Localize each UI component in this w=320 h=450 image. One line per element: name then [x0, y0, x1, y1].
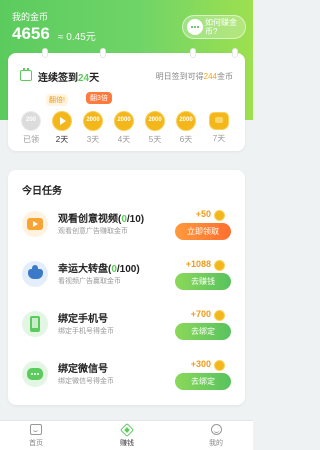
coin-icon [214, 210, 225, 221]
task-bind-phone: 绑定手机号 绑定手机号得金币 +700 去绑定 [8, 306, 245, 346]
day-label: 6天 [179, 135, 193, 144]
coin-icon: 2000 [176, 111, 196, 131]
binder-pin [100, 48, 106, 58]
tab-home-label: 首页 [29, 440, 43, 447]
binder-pin [232, 48, 238, 58]
sign-day-5[interactable]: 2000 5天 [144, 111, 166, 145]
coin-icon: 200 [21, 111, 41, 131]
tab-mine[interactable]: 我的 [196, 424, 236, 448]
tasks-title: 今日任务 [22, 186, 62, 197]
gift-bag-icon [209, 112, 229, 130]
task-lucky-wheel: 幸运大转盘(0/100) 看视频广告赢取金币 +1088 去赚钱 [8, 256, 245, 296]
calendar-icon [20, 68, 32, 81]
home-icon [30, 424, 42, 435]
day-label: 3天 [86, 135, 100, 144]
bind-phone-button[interactable]: 去绑定 [175, 323, 231, 340]
task-desc: 看视频广告赢取金币 [58, 278, 121, 285]
sign-day-6[interactable]: 2000 6天 [175, 111, 197, 145]
task-reward: +300 [190, 359, 211, 369]
chat-bubble-icon [187, 19, 203, 35]
phone-icon [22, 311, 48, 337]
task-name: 幸运大转盘(0/100) [58, 264, 140, 275]
sign-day-1[interactable]: 200 已领 [20, 111, 42, 145]
tab-home[interactable]: 首页 [16, 424, 56, 448]
triple-tag: 翻3倍 [86, 92, 112, 104]
sign-day-4[interactable]: 2000 4天 [113, 111, 135, 145]
play-video-icon [52, 111, 72, 131]
coins-label: 我的金币 [12, 12, 49, 22]
task-name: 绑定手机号 [58, 314, 108, 325]
day-label: 4天 [117, 135, 131, 144]
coin-icon [214, 360, 225, 371]
day-label: 5天 [148, 135, 162, 144]
task-bind-wechat: 绑定微信号 绑定微信号得金币 +300 去绑定 [8, 356, 245, 396]
task-desc: 绑定手机号得金币 [58, 328, 114, 335]
how-to-earn-label: 如何赚金币? [205, 18, 237, 36]
claim-now-button[interactable]: 立即领取 [175, 223, 231, 240]
binder-pin [190, 48, 196, 58]
lucky-wheel-icon [22, 261, 48, 287]
wechat-icon [22, 361, 48, 387]
tab-earn-label: 赚钱 [120, 440, 134, 447]
task-desc: 绑定微信号得金币 [58, 378, 114, 385]
coin-icon [214, 260, 225, 271]
day-label: 2天 [55, 135, 69, 144]
sign-day-2[interactable]: 2天 [51, 111, 73, 145]
how-to-earn-button[interactable]: 如何赚金币? [182, 15, 246, 39]
tab-earn[interactable]: 赚钱 [107, 422, 147, 448]
sign-day-7[interactable]: 7天 [208, 111, 230, 144]
double-tag: 翻倍! [46, 94, 68, 106]
video-icon [22, 211, 48, 237]
task-name: 观看创意视频(0/10) [58, 214, 145, 225]
daily-tasks-card: 今日任务 观看创意视频(0/10) 观看创意广告赚取金币 +50 立即领取 幸运… [8, 170, 245, 405]
day-label: 7天 [212, 134, 226, 143]
sign-streak-title: 连续签到24天 [38, 73, 100, 84]
binder-pin [42, 48, 48, 58]
task-reward: +1088 [185, 259, 211, 269]
task-reward: +700 [190, 309, 211, 319]
coin-icon [214, 310, 225, 321]
task-desc: 观看创意广告赚取金币 [58, 228, 128, 235]
bottom-tab-bar: 首页 赚钱 我的 [0, 420, 253, 450]
task-name: 绑定微信号 [58, 364, 108, 375]
coin-balance: 4656 [12, 24, 50, 43]
coin-icon: 2000 [114, 111, 134, 131]
task-watch-video: 观看创意视频(0/10) 观看创意广告赚取金币 +50 立即领取 [8, 206, 245, 246]
earn-icon [119, 422, 135, 438]
sign-day-3[interactable]: 2000 3天 [82, 111, 104, 145]
sign-in-card: 连续签到24天 明日签到可得244金币 翻倍! 翻3倍 200 已领 2天 20… [8, 48, 245, 151]
task-reward: +50 [195, 209, 211, 219]
tab-mine-label: 我的 [209, 440, 223, 447]
day-label: 已领 [23, 135, 39, 144]
coin-icon: 2000 [145, 111, 165, 131]
profile-icon [210, 424, 222, 435]
tomorrow-reward-tip: 明日签到可得244金币 [155, 72, 233, 81]
money-equivalent: ≈ 0.45元 [58, 32, 96, 43]
go-earn-button[interactable]: 去赚钱 [175, 273, 231, 290]
bind-wechat-button[interactable]: 去绑定 [175, 373, 231, 390]
coin-icon: 2000 [83, 111, 103, 131]
